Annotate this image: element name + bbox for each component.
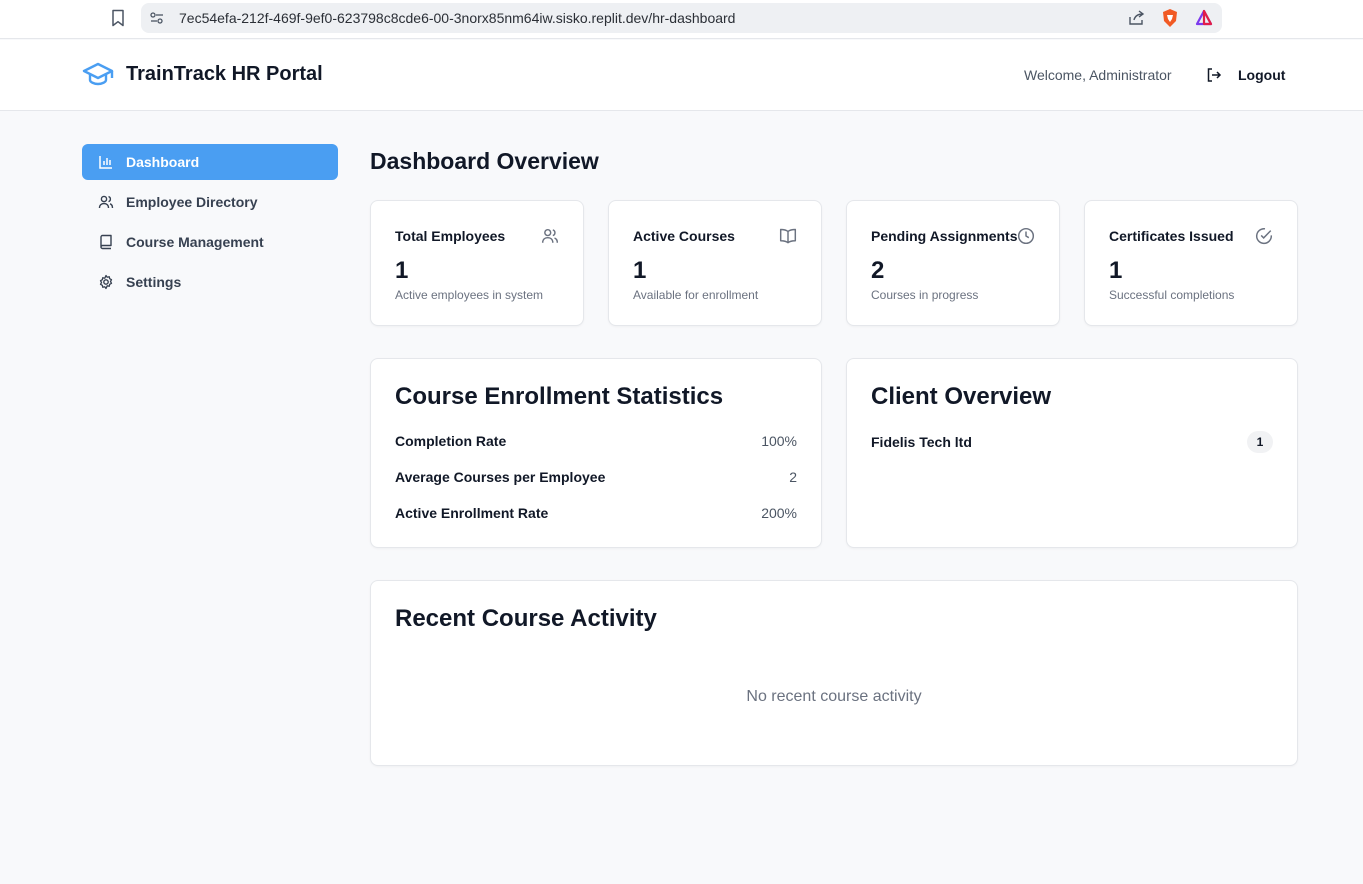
stat-row-label: Average Courses per Employee <box>395 469 606 485</box>
sidebar: Dashboard Employee Directory Course Mana… <box>82 144 338 304</box>
enrollment-stats-card: Course Enrollment Statistics Completion … <box>370 358 822 548</box>
sidebar-item-label: Course Management <box>126 234 264 250</box>
enrollment-stats-title: Course Enrollment Statistics <box>395 383 724 410</box>
site-settings-icon[interactable] <box>149 10 165 26</box>
sidebar-item-label: Settings <box>126 274 182 290</box>
client-overview-card: Client Overview Fidelis Tech ltd 1 <box>846 358 1298 548</box>
stat-row-label: Active Enrollment Rate <box>395 505 549 521</box>
recent-activity-card: Recent Course Activity No recent course … <box>370 580 1298 766</box>
stat-row-value: 100% <box>761 433 797 449</box>
logout-icon <box>1207 68 1222 82</box>
url-text[interactable]: 7ec54efa-212f-469f-9ef0-623798c8cde6-00-… <box>179 10 735 26</box>
logout-label: Logout <box>1238 67 1286 83</box>
stat-value: 1 <box>395 257 409 284</box>
sidebar-item-label: Employee Directory <box>126 194 258 210</box>
stat-row-label: Completion Rate <box>395 433 507 449</box>
stat-card-pending-assignments: Pending Assignments 2 Courses in progres… <box>846 200 1060 326</box>
stat-value: 1 <box>633 257 647 284</box>
sidebar-item-dashboard[interactable]: Dashboard <box>82 144 338 180</box>
client-count-badge: 1 <box>1247 431 1273 453</box>
clock-icon <box>1017 227 1035 245</box>
share-icon[interactable] <box>1126 8 1146 28</box>
stat-row-average-courses: Average Courses per Employee 2 <box>395 469 797 485</box>
stat-value: 2 <box>871 257 885 284</box>
stat-row-completion-rate: Completion Rate 100% <box>395 433 797 449</box>
empty-state-text: No recent course activity <box>746 688 922 705</box>
logout-button[interactable]: Logout <box>1200 62 1291 88</box>
brave-rewards-icon[interactable] <box>1194 8 1214 28</box>
recent-activity-title: Recent Course Activity <box>395 605 657 632</box>
browser-toolbar: 7ec54efa-212f-469f-9ef0-623798c8cde6-00-… <box>0 0 1363 39</box>
stat-card-total-employees: Total Employees 1 Active employees in sy… <box>370 200 584 326</box>
sidebar-item-label: Dashboard <box>126 154 200 170</box>
stat-row-value: 200% <box>761 505 797 521</box>
stat-title: Certificates Issued <box>1109 228 1234 244</box>
client-overview-title: Client Overview <box>871 383 1052 410</box>
stat-subtitle: Available for enrollment <box>633 288 759 302</box>
stat-card-active-courses: Active Courses 1 Available for enrollmen… <box>608 200 822 326</box>
stat-value: 1 <box>1109 257 1123 284</box>
stat-title: Active Courses <box>633 228 735 244</box>
stat-subtitle: Active employees in system <box>395 288 544 302</box>
stat-card-certificates-issued: Certificates Issued 1 Successful complet… <box>1084 200 1298 326</box>
client-name: Fidelis Tech ltd <box>871 434 972 450</box>
brand-title: TrainTrack HR Portal <box>126 62 323 85</box>
stat-subtitle: Courses in progress <box>871 288 979 302</box>
bar-chart-icon <box>99 156 112 169</box>
brand[interactable]: TrainTrack HR Portal <box>82 60 323 88</box>
welcome-text: Welcome, Administrator <box>1024 67 1172 83</box>
sidebar-item-settings[interactable]: Settings <box>82 264 338 300</box>
graduation-cap-icon <box>82 62 114 86</box>
book-icon <box>100 234 112 250</box>
book-open-icon <box>779 227 797 245</box>
stat-subtitle: Successful completions <box>1109 288 1235 302</box>
sidebar-item-course-management[interactable]: Course Management <box>82 224 338 260</box>
client-row[interactable]: Fidelis Tech ltd 1 <box>871 431 1273 453</box>
stat-row-active-enrollment-rate: Active Enrollment Rate 200% <box>395 505 797 521</box>
check-circle-icon <box>1255 227 1273 245</box>
address-bar[interactable]: 7ec54efa-212f-469f-9ef0-623798c8cde6-00-… <box>141 3 1222 33</box>
stat-title: Pending Assignments <box>871 228 1018 244</box>
users-icon <box>541 227 559 245</box>
users-icon <box>98 195 114 209</box>
stat-title: Total Employees <box>395 228 506 244</box>
page-title: Dashboard Overview <box>370 148 599 174</box>
gear-icon <box>99 274 113 290</box>
app-header: TrainTrack HR Portal Welcome, Administra… <box>0 40 1363 111</box>
brave-shield-icon[interactable] <box>1160 8 1180 28</box>
sidebar-item-employee-directory[interactable]: Employee Directory <box>82 184 338 220</box>
bookmark-icon[interactable] <box>108 8 128 28</box>
stat-row-value: 2 <box>789 469 797 485</box>
